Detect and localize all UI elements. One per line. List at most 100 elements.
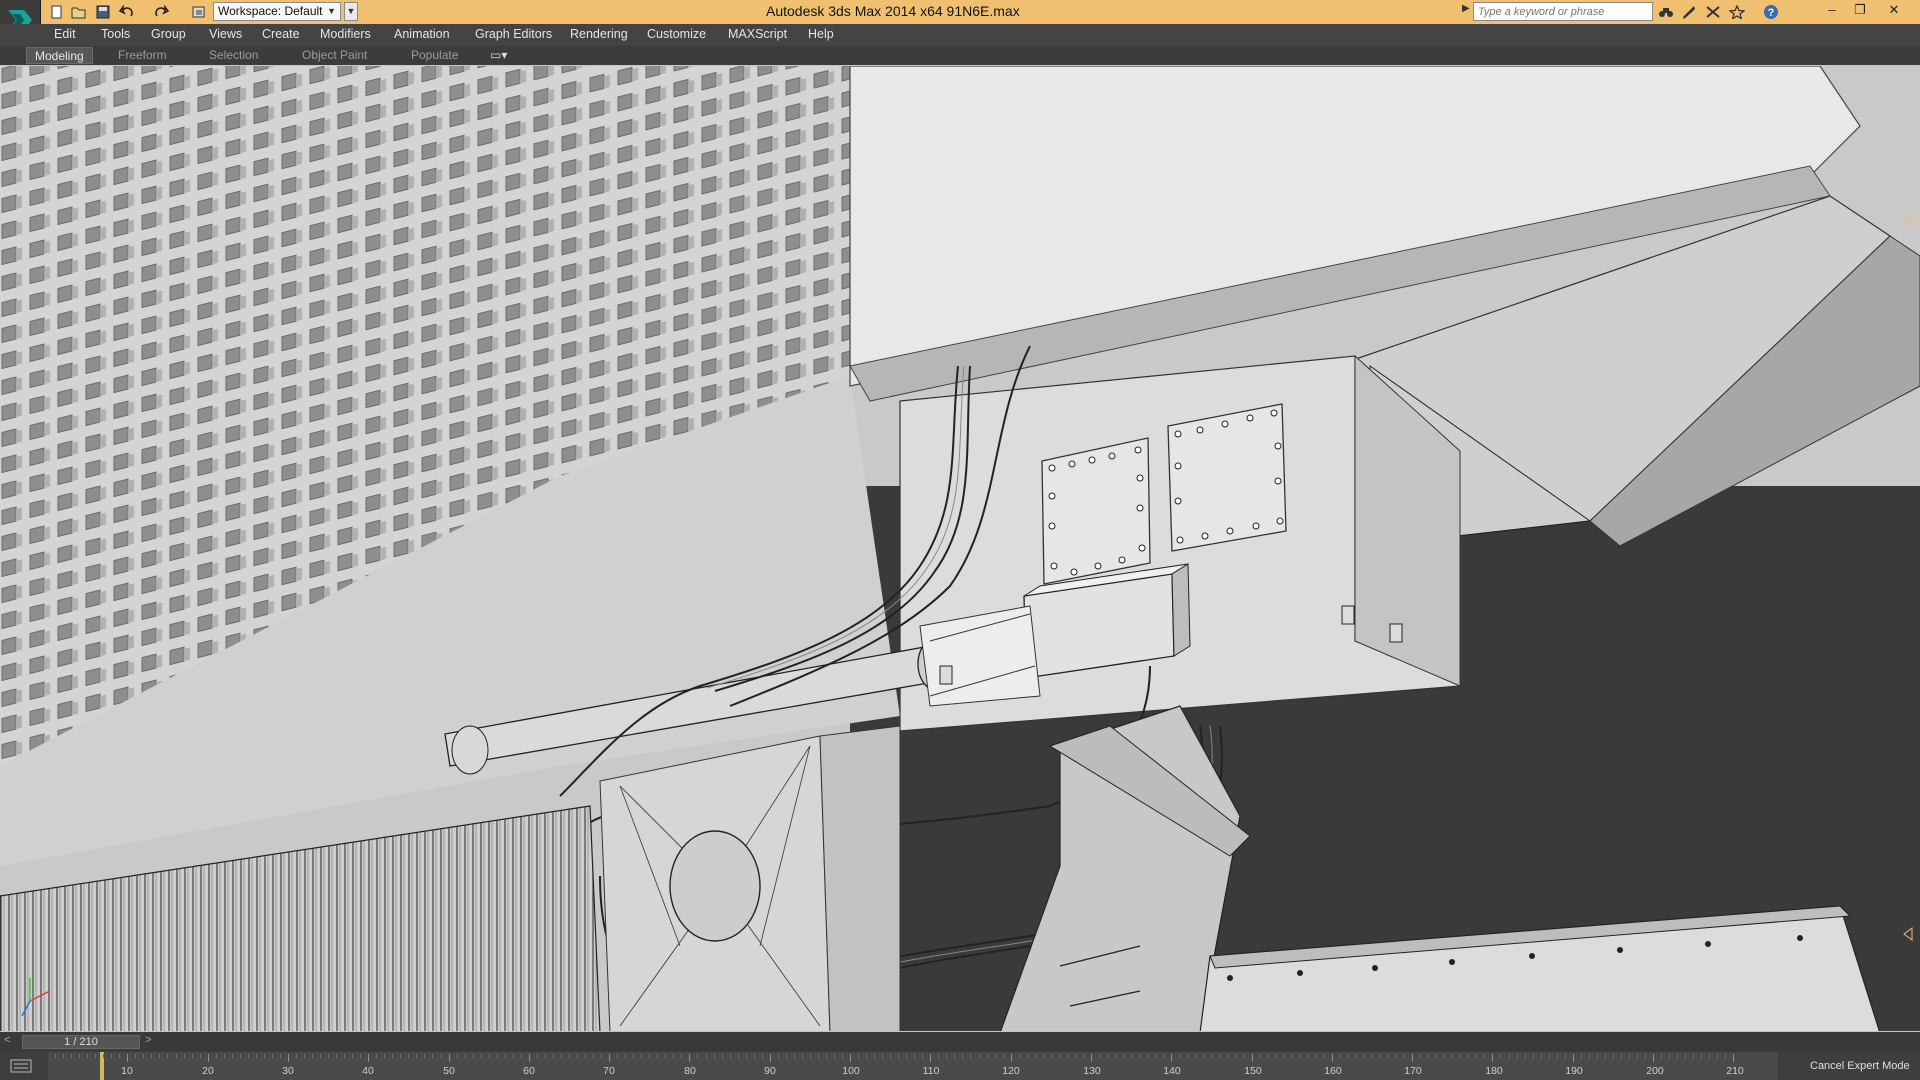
timeline-tick [1034,1054,1036,1058]
tick-label: 90 [764,1065,776,1077]
timeline-tick [938,1054,940,1058]
timeline-tick [1661,1054,1662,1058]
timeline-tick [424,1054,426,1058]
timeline-tick [271,1054,273,1058]
menu-tools[interactable]: Tools [101,27,130,41]
timeline-tick [376,1054,378,1058]
menu-customize[interactable]: Customize [647,27,706,41]
binoculars-icon[interactable] [1657,3,1675,21]
timeline-tick [456,1054,458,1058]
menu-rendering[interactable]: Rendering [570,27,628,41]
timeline-tick [1010,1054,1012,1062]
tab-modeling[interactable]: Modeling [26,47,93,64]
menu-create[interactable]: Create [262,27,300,41]
timeline-tick [239,1054,241,1058]
timeline-tick [777,1054,779,1058]
timeline-tick [255,1054,257,1058]
timeline-tick [1243,1054,1245,1058]
timeline-tick [657,1054,659,1058]
timeline-tick [496,1054,498,1058]
timeline-tick [1733,1054,1735,1062]
mini-curve-editor-icon[interactable] [10,1058,32,1079]
tab-freeform[interactable]: Freeform [118,47,167,64]
timeline-tick [464,1054,466,1058]
tab-selection[interactable]: Selection [209,47,258,64]
search-input[interactable] [1473,2,1653,21]
timeline-tick [962,1054,964,1058]
minimize-icon[interactable]: – [1818,0,1846,20]
timeline-tick [1564,1054,1566,1058]
timeline-tick [87,1054,89,1058]
redo-icon[interactable] [152,3,170,21]
help-icon[interactable]: ? [1762,3,1780,21]
close-icon[interactable]: ✕ [1880,0,1908,20]
menu-edit[interactable]: Edit [54,27,76,41]
timeline-tick [1693,1054,1695,1058]
timeline-tick [761,1054,763,1058]
menu-graph-editors[interactable]: Graph Editors [475,27,552,41]
menu-views[interactable]: Views [209,27,242,41]
next-frame-button[interactable]: > [145,1034,151,1046]
cancel-expert-mode-button[interactable]: Cancel Expert Mode [1810,1052,1920,1080]
star-icon[interactable] [1728,3,1746,21]
timeline-tick [825,1054,827,1058]
chevron-right-icon[interactable]: ▶ [1462,3,1470,14]
timeline-tick [440,1054,442,1058]
timeline-tick [705,1054,707,1058]
timeline-tick [1090,1054,1092,1062]
timeline-tick [609,1054,611,1062]
timeline-tick [183,1054,185,1058]
ribbon-options-icon[interactable]: ▭▾ [490,47,507,64]
perspective-viewport[interactable] [0,65,1920,1032]
timeline-tick [1604,1054,1606,1058]
save-icon[interactable] [94,3,112,21]
frame-counter[interactable]: 1 / 210 [22,1035,140,1049]
timeline-tick [344,1054,346,1058]
menu-maxscript[interactable]: MAXScript [728,27,787,41]
timeline-tick [641,1054,643,1058]
timeline-tick [1155,1054,1157,1058]
menu-help[interactable]: Help [808,27,834,41]
timeline-tick [1645,1054,1646,1058]
tab-populate[interactable]: Populate [411,47,458,64]
open-file-icon[interactable] [70,3,88,21]
timeline-tick [1050,1054,1052,1058]
tick-label: 190 [1565,1065,1583,1077]
timeline-tick [175,1054,177,1058]
quick-access-dropdown[interactable]: ▼ [344,2,358,21]
timeline-track[interactable]: 10 20 30 40 50 60 70 80 90 100 110 120 1… [48,1052,1778,1080]
tools-icon[interactable] [1680,3,1698,21]
timeline-tick [1636,1054,1638,1058]
timeline-tick [1492,1054,1494,1062]
menu-modifiers[interactable]: Modifiers [320,27,371,41]
undo-icon[interactable] [118,3,136,21]
ribbon-tabs: Modeling Freeform Selection Object Paint… [0,46,1920,65]
timeline-tick [665,1054,667,1058]
restore-icon[interactable]: ❐ [1846,0,1874,20]
timeline-tick [287,1054,289,1062]
timeline-tick [1179,1054,1181,1058]
timeline-tick [681,1054,683,1058]
timeline-tick [520,1054,522,1058]
menu-group[interactable]: Group [151,27,186,41]
project-folder-icon[interactable] [190,3,208,21]
tick-label: 160 [1324,1065,1342,1077]
timeline-tick [1404,1054,1406,1058]
tick-label: 150 [1244,1065,1262,1077]
exchange-icon[interactable] [1704,3,1722,21]
window-title: Autodesk 3ds Max 2014 x64 91N6E.max [766,3,1020,19]
timeline-tick [633,1054,635,1058]
timeline-tick [1572,1054,1574,1062]
timeline-tick [552,1054,554,1058]
menu-animation[interactable]: Animation [394,27,450,41]
timeline-tick [1412,1054,1414,1062]
timeline-tick [352,1054,354,1058]
timeline-tick [1018,1054,1020,1058]
timeline-tick [304,1054,305,1058]
new-file-icon[interactable] [48,3,66,21]
tab-object-paint[interactable]: Object Paint [302,47,367,64]
time-slider[interactable]: < 1 / 210 > [0,1032,1920,1052]
workspace-select[interactable]: Workspace: Default ▼ [213,2,341,21]
timeline-tick [1452,1054,1454,1058]
previous-frame-button[interactable]: < [4,1034,10,1046]
